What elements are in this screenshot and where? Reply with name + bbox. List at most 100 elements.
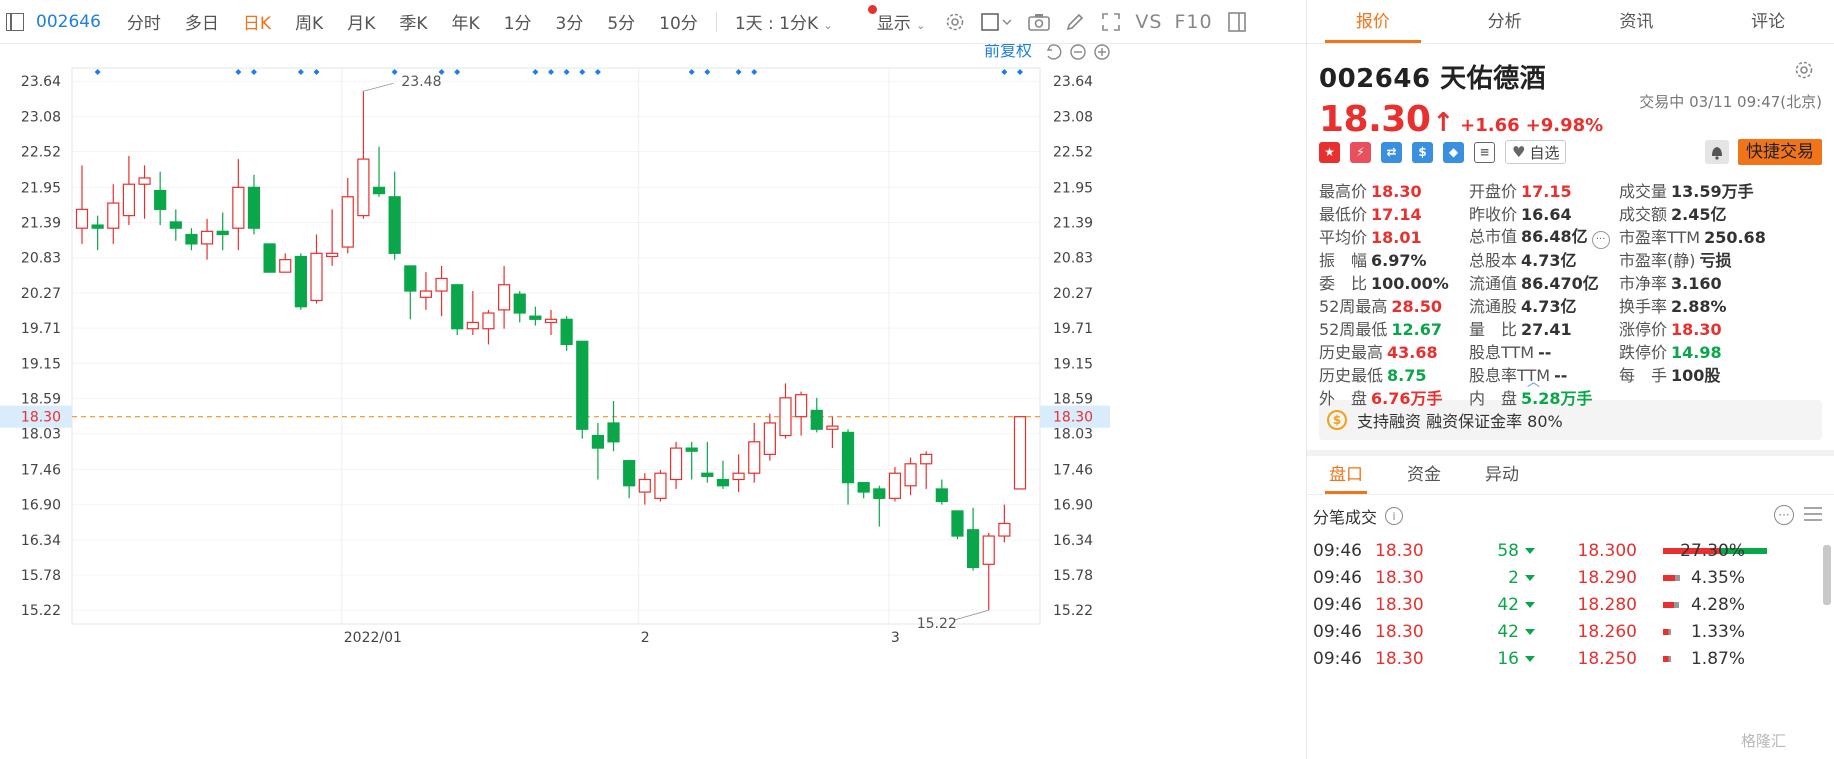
tab-7[interactable]: 1分 <box>492 9 544 34</box>
candle[interactable] <box>372 186 386 195</box>
document-icon[interactable]: ≡ <box>1474 141 1495 163</box>
candle[interactable] <box>419 290 433 298</box>
event-marker-icon[interactable] <box>688 69 695 75</box>
candle[interactable] <box>482 312 495 330</box>
candle[interactable] <box>185 233 198 245</box>
tab-6[interactable]: 年K <box>440 9 492 34</box>
tab-3[interactable]: 周K <box>283 9 335 34</box>
tab-0[interactable]: 分时 <box>115 9 173 34</box>
candle[interactable] <box>1013 416 1027 490</box>
scrollbar[interactable] <box>1823 545 1831 605</box>
info-icon[interactable]: i <box>1385 507 1404 525</box>
event-marker-icon[interactable] <box>735 69 742 75</box>
more-icon[interactable]: ··· <box>1774 505 1794 525</box>
candle[interactable] <box>200 230 214 245</box>
tab-5[interactable]: 季K <box>387 9 439 34</box>
event-marker-icon[interactable] <box>751 69 758 75</box>
candle[interactable] <box>576 340 589 430</box>
candle[interactable] <box>404 265 417 292</box>
candle[interactable] <box>826 425 839 430</box>
layout-box-icon[interactable] <box>980 11 1014 33</box>
event-marker-icon[interactable] <box>235 69 242 75</box>
tag-icon[interactable]: ◆ <box>1443 141 1464 163</box>
candle[interactable] <box>138 177 151 185</box>
undo-icon[interactable] <box>1046 44 1062 60</box>
tab-1[interactable]: 多日 <box>173 9 231 34</box>
tab-4[interactable]: 月K <box>335 9 387 34</box>
candle[interactable] <box>466 321 479 330</box>
event-marker-icon[interactable] <box>313 69 320 75</box>
event-marker-icon[interactable] <box>297 69 304 75</box>
candle[interactable] <box>560 318 573 346</box>
event-marker-icon[interactable] <box>704 69 711 75</box>
watchlist-button[interactable]: ♥ 自选 <box>1505 140 1567 164</box>
event-marker-icon[interactable] <box>594 69 601 75</box>
stock-code-link[interactable]: 002646 <box>36 12 101 32</box>
quote-tab-3[interactable]: 评论 <box>1702 0 1834 43</box>
candle[interactable] <box>529 315 542 320</box>
candle[interactable] <box>341 196 354 248</box>
event-marker-icon[interactable] <box>1017 69 1023 75</box>
quick-trade-button[interactable]: 快捷交易 <box>1738 139 1822 165</box>
sidebar-toggle-icon[interactable] <box>6 12 24 31</box>
kline-chart[interactable]: 23.64 23.64 23.08 23.08 22.52 22.52 21.95 21.95… <box>0 44 1307 759</box>
candle[interactable] <box>779 397 792 437</box>
adjust-price-button[interactable]: 前复权 <box>984 44 1032 60</box>
candle[interactable] <box>982 535 995 565</box>
event-marker-icon[interactable] <box>548 69 554 75</box>
candle[interactable] <box>591 434 605 449</box>
candle[interactable] <box>920 453 933 465</box>
candle[interactable] <box>732 472 745 481</box>
settings-gear-icon[interactable] <box>1794 60 1814 80</box>
candle[interactable] <box>716 478 730 487</box>
compare-vs-button[interactable]: VS <box>1135 11 1162 33</box>
f10-button[interactable]: F10 <box>1174 11 1212 33</box>
lightning-icon[interactable]: ⚡ <box>1350 141 1371 163</box>
candle[interactable] <box>263 243 276 273</box>
detail-tab-2[interactable]: 异动 <box>1463 456 1541 494</box>
bell-icon[interactable] <box>1705 140 1729 164</box>
candle[interactable] <box>107 202 120 229</box>
candle[interactable] <box>294 255 307 308</box>
candle[interactable] <box>795 394 808 418</box>
camera-icon[interactable] <box>1028 11 1051 33</box>
candle[interactable] <box>966 529 980 569</box>
shuffle-icon[interactable]: ⇄ <box>1381 141 1402 163</box>
event-marker-icon[interactable] <box>454 69 461 75</box>
side-panel-icon[interactable] <box>1226 11 1248 33</box>
candle[interactable] <box>904 463 917 487</box>
candle[interactable] <box>841 431 855 484</box>
candle[interactable] <box>232 186 245 229</box>
candle[interactable] <box>998 522 1011 537</box>
candle[interactable] <box>75 208 89 229</box>
quote-tab-0[interactable]: 报价 <box>1307 0 1439 43</box>
pencil-icon[interactable] <box>1064 11 1086 33</box>
event-marker-icon[interactable] <box>391 69 398 75</box>
settings-gear-icon[interactable] <box>944 11 966 33</box>
candle[interactable] <box>935 488 948 503</box>
candle[interactable] <box>513 293 526 314</box>
event-marker-icon[interactable] <box>94 69 101 75</box>
candle[interactable] <box>544 318 558 324</box>
candle[interactable] <box>216 230 229 236</box>
candle[interactable] <box>247 186 261 229</box>
candle[interactable] <box>763 422 776 455</box>
candle[interactable] <box>669 447 683 481</box>
quote-tab-1[interactable]: 分析 <box>1439 0 1571 43</box>
candle[interactable] <box>279 259 292 273</box>
candle[interactable] <box>748 441 761 474</box>
fullscreen-icon[interactable] <box>1100 11 1122 33</box>
tab-10[interactable]: 10分 <box>647 9 710 34</box>
candle[interactable] <box>607 422 620 443</box>
candle[interactable] <box>357 158 370 217</box>
candle[interactable] <box>498 284 511 311</box>
candle[interactable] <box>435 277 448 292</box>
candle[interactable] <box>873 488 886 499</box>
collapse-caret-icon[interactable]: ︿ <box>1527 371 1540 390</box>
dollar-icon[interactable]: $ <box>1412 141 1433 163</box>
detail-tab-0[interactable]: 盘口 <box>1307 456 1385 494</box>
candle[interactable] <box>122 183 136 217</box>
candle[interactable] <box>623 460 636 487</box>
candle[interactable] <box>951 510 964 537</box>
candle[interactable] <box>154 189 167 210</box>
